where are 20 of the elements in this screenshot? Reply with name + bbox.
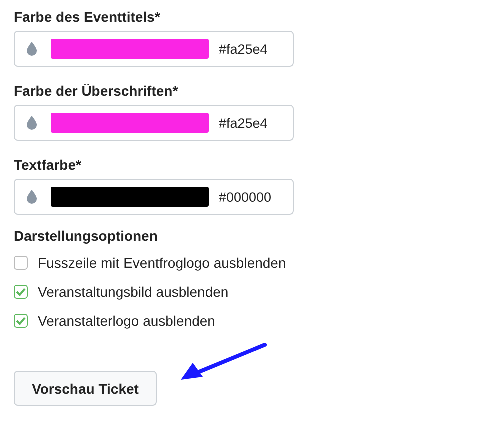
color-input-field[interactable]: #000000 xyxy=(14,179,294,215)
checkbox-label: Veranstaltungsbild ausblenden xyxy=(38,284,229,300)
checkbox[interactable] xyxy=(14,256,28,270)
checkbox[interactable] xyxy=(14,314,28,328)
color-value: #000000 xyxy=(219,190,272,204)
section-heading: Darstellungsoptionen xyxy=(14,228,159,244)
color-input-field[interactable]: #fa25e4 xyxy=(14,31,294,67)
field-label: Farbe der Überschriften* xyxy=(14,83,180,99)
color-value: #fa25e4 xyxy=(219,116,268,130)
preview-ticket-button[interactable]: Vorschau Ticket xyxy=(14,371,157,406)
checkbox[interactable] xyxy=(14,284,28,298)
color-value: #fa25e4 xyxy=(219,42,268,56)
droplet-icon xyxy=(27,190,37,204)
droplet-icon xyxy=(27,42,37,56)
droplet-icon xyxy=(27,116,37,130)
color-input-field[interactable]: #fa25e4 xyxy=(14,105,294,141)
checkbox-label: Fusszeile mit Eventfroglogo ausblenden xyxy=(38,254,286,270)
field-label: Textfarbe* xyxy=(14,157,82,173)
checkbox-label: Veranstalterlogo ausblenden xyxy=(38,312,216,328)
field-label: Farbe des Eventtitels* xyxy=(14,9,162,25)
